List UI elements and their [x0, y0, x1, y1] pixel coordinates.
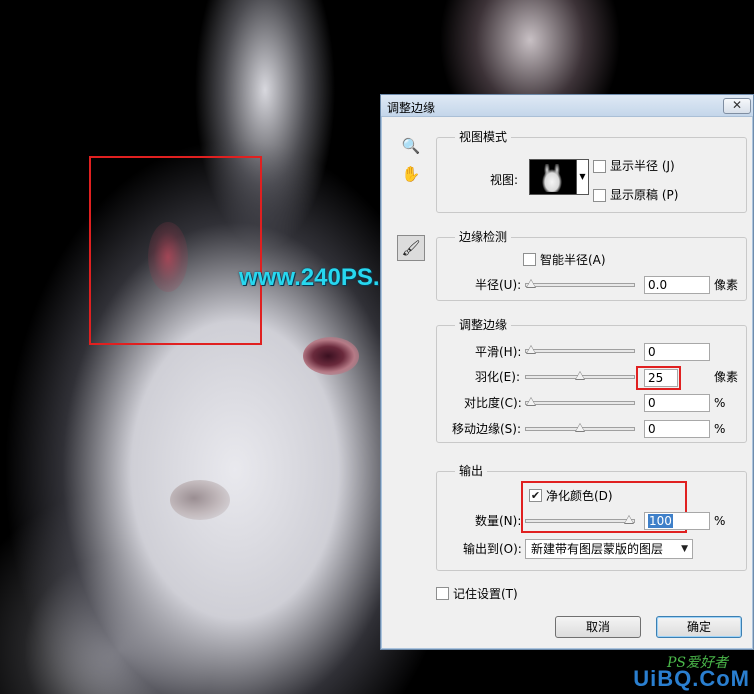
decontaminate-label: 净化颜色(D) [546, 489, 613, 503]
refine-radius-brush-icon[interactable]: 🖌 [397, 235, 425, 261]
shift-edge-slider-thumb[interactable] [575, 423, 585, 432]
watermark-corner-bottom: UiBQ.CoM [633, 666, 750, 691]
smart-radius-label: 智能半径(A) [540, 253, 606, 267]
smooth-slider[interactable] [525, 345, 635, 354]
rabbit-nose [170, 480, 230, 520]
feather-slider-thumb[interactable] [575, 371, 585, 380]
amount-label: 数量(N): [475, 514, 522, 528]
dialog-title: 调整边缘 [387, 101, 436, 115]
contrast-slider-thumb[interactable] [526, 397, 536, 406]
contrast-slider[interactable] [525, 397, 635, 406]
amount-slider[interactable] [525, 515, 635, 524]
dialog-titlebar[interactable]: 调整边缘 ✕ [381, 95, 753, 117]
radius-label: 半径(U): [475, 278, 522, 292]
shift-edge-label: 移动边缘(S): [452, 422, 522, 436]
highlight-box-ear [89, 156, 262, 345]
show-radius-label: 显示半径 (J) [610, 159, 675, 173]
refine-edge-dialog: 调整边缘 ✕ 🔍 ✋ 🖌 视图模式 视图: ▼ 显示半径 (J) 显示原稿 (P… [380, 94, 754, 650]
view-dropdown-chevron-icon[interactable]: ▼ [577, 159, 589, 195]
view-mode-legend: 视图模式 [455, 130, 512, 144]
feather-unit: 像素 [714, 370, 739, 384]
adjust-edge-legend: 调整边缘 [455, 318, 512, 332]
show-original-label: 显示原稿 (P) [610, 188, 679, 202]
output-to-chevron-down-icon: ▼ [681, 544, 688, 554]
view-mode-group: 视图模式 [436, 130, 747, 213]
amount-value-selected: 100 [648, 514, 673, 528]
view-thumbnail[interactable] [529, 159, 577, 195]
rabbit-eye [303, 337, 359, 375]
cancel-button[interactable]: 取消 [555, 616, 641, 638]
feather-label: 羽化(E): [475, 370, 520, 384]
amount-unit: % [714, 514, 726, 528]
highlight-box-feather [636, 366, 681, 390]
ok-button[interactable]: 确定 [656, 616, 742, 638]
radius-slider[interactable] [525, 279, 635, 288]
remember-settings-label: 记住设置(T) [453, 587, 518, 601]
feather-slider[interactable] [525, 371, 635, 380]
output-to-select[interactable]: 新建带有图层蒙版的图层 ▼ [525, 539, 693, 559]
smart-radius-checkbox[interactable] [523, 253, 536, 266]
contrast-unit: % [714, 396, 726, 410]
amount-input[interactable]: 100 [644, 512, 710, 530]
contrast-label: 对比度(C): [464, 396, 522, 410]
output-legend: 输出 [455, 464, 488, 478]
shift-edge-unit: % [714, 422, 726, 436]
radius-unit: 像素 [714, 278, 739, 292]
close-button[interactable]: ✕ [723, 98, 751, 114]
shift-edge-input[interactable]: 0 [644, 420, 710, 438]
radius-slider-thumb[interactable] [526, 279, 536, 288]
contrast-input[interactable]: 0 [644, 394, 710, 412]
amount-slider-thumb[interactable] [624, 515, 634, 524]
zoom-tool-icon[interactable]: 🔍 [400, 135, 422, 157]
radius-input[interactable]: 0.0 [644, 276, 710, 294]
edge-detection-legend: 边缘检测 [455, 230, 512, 244]
show-original-checkbox[interactable] [593, 189, 606, 202]
remember-settings-checkbox[interactable] [436, 587, 449, 600]
show-radius-checkbox[interactable] [593, 160, 606, 173]
shift-edge-slider[interactable] [525, 423, 635, 432]
decontaminate-checkbox[interactable]: ✔ [529, 489, 542, 502]
smooth-input[interactable]: 0 [644, 343, 710, 361]
output-to-label: 输出到(O): [463, 542, 522, 556]
view-thumbnail-image [540, 164, 566, 192]
output-to-value: 新建带有图层蒙版的图层 [531, 542, 664, 556]
view-label: 视图: [490, 173, 519, 187]
watermark-corner: PS爱好者 UiBQ.CoM [600, 652, 750, 692]
smooth-slider-thumb[interactable] [526, 345, 536, 354]
hand-tool-icon[interactable]: ✋ [400, 163, 422, 185]
smooth-label: 平滑(H): [475, 345, 522, 359]
